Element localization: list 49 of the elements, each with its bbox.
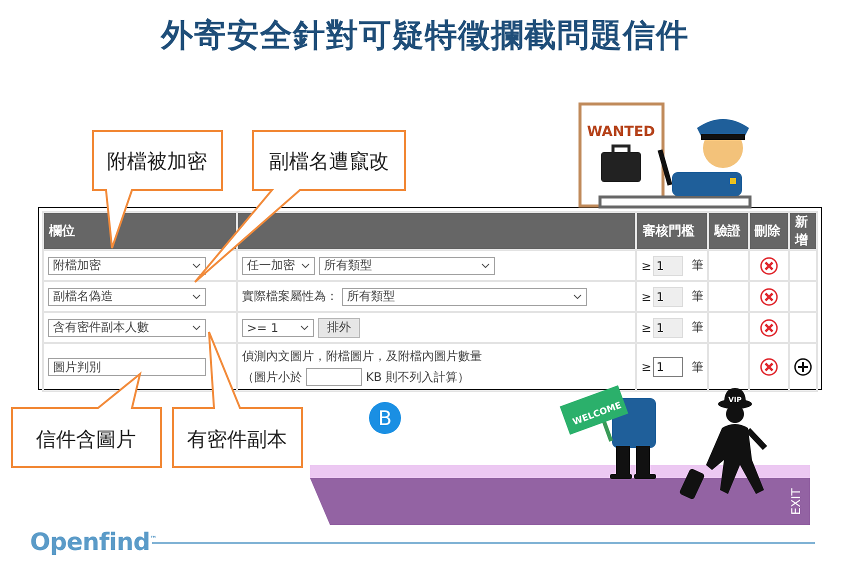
caret-icon — [572, 294, 582, 300]
condition-text: KB 則不列入計算） — [366, 368, 470, 386]
unit-label: 筆 — [691, 358, 704, 376]
caret-icon — [192, 294, 201, 300]
size-field[interactable] — [306, 368, 362, 386]
slide-title: 外寄安全針對可疑特徵攔截問題信件 — [161, 15, 689, 56]
input-field[interactable]: 圖片判別 — [48, 358, 206, 376]
column-header: 驗證 — [708, 212, 749, 250]
callout-text: 有密件副本 — [187, 427, 287, 451]
unit-label: 筆 — [691, 257, 704, 274]
threshold-sign: ≥ — [641, 360, 652, 374]
dropdown[interactable]: 所有類型 — [318, 256, 495, 274]
add-icon[interactable] — [794, 358, 812, 376]
column-header: 刪除 — [748, 212, 789, 250]
caret-icon — [192, 262, 201, 268]
callout-text: 信件含圖片 — [36, 427, 136, 451]
column-header: 欄位 — [43, 212, 237, 250]
threshold-field[interactable]: 1 — [653, 357, 684, 377]
exclude-button[interactable]: 排外 — [318, 318, 360, 338]
dropdown[interactable]: 任一加密 — [242, 256, 315, 274]
exit-sign: EXIT — [789, 488, 803, 515]
callout-text: 副檔名遭竄改 — [269, 149, 389, 173]
dropdown[interactable]: 副檔名偽造 — [48, 288, 206, 306]
unit-label: 筆 — [691, 319, 704, 336]
unit-label: 筆 — [691, 288, 704, 305]
caret-icon — [300, 262, 310, 268]
caret-icon — [480, 262, 490, 268]
condition-text: 偵測內文圖片，附檔圖片，及附檔內圖片數量 — [242, 348, 482, 365]
callout-text: 附檔被加密 — [107, 149, 207, 173]
dropdown[interactable]: 附檔加密 — [48, 256, 206, 274]
column-header: 審核門檻 — [636, 212, 708, 250]
column-header: 新增 — [789, 212, 817, 250]
threshold-sign: ≥ — [641, 320, 652, 334]
dropdown[interactable]: 所有類型 — [342, 288, 587, 306]
threshold-sign: ≥ — [641, 290, 652, 304]
delete-icon[interactable] — [760, 256, 778, 274]
dropdown[interactable]: >= 1 — [242, 318, 314, 336]
caret-icon — [300, 324, 309, 330]
logo: Openfind$^{™}$ — [30, 528, 156, 556]
delete-icon[interactable] — [760, 358, 778, 376]
caret-icon — [192, 324, 201, 330]
delete-icon[interactable] — [760, 288, 778, 306]
condition-text: 實際檔案屬性為： — [242, 288, 338, 305]
threshold-sign: ≥ — [641, 258, 652, 272]
step-badge: B — [369, 402, 401, 434]
delete-icon[interactable] — [760, 318, 778, 336]
dropdown[interactable]: 含有密件副本人數 — [48, 318, 206, 336]
poster-text: WANTED — [586, 124, 656, 140]
condition-text: （圖片小於 — [242, 368, 302, 386]
